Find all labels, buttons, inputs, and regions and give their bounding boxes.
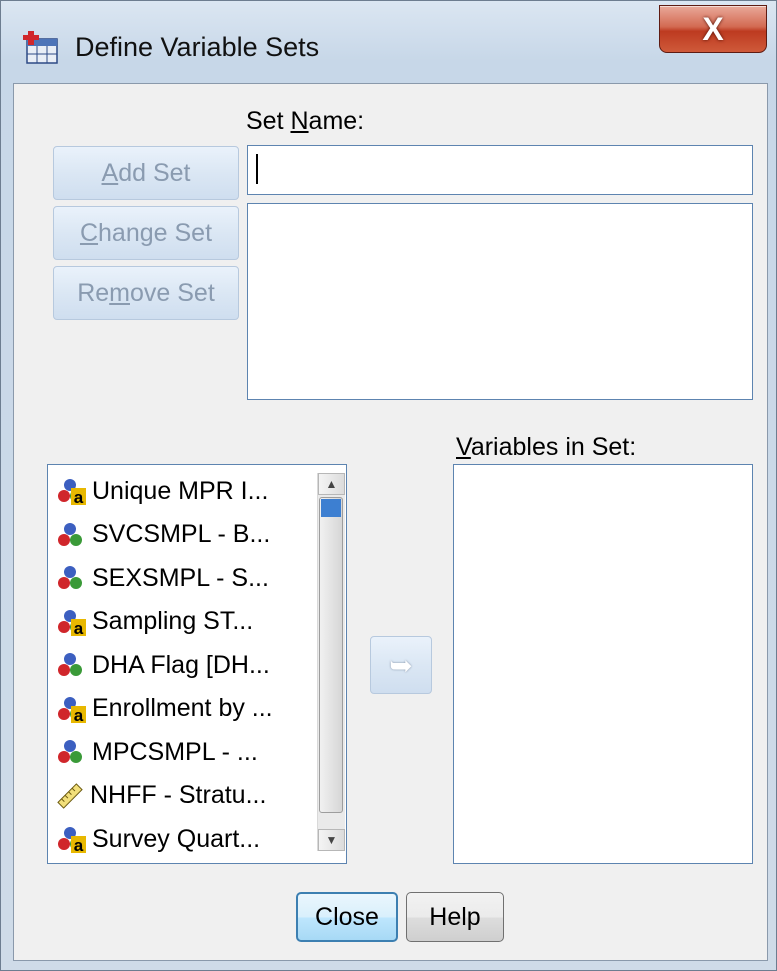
variable-label: NHFF - Stratu... (90, 781, 267, 809)
remove-set-label: Remove Set (77, 279, 215, 308)
variables-in-set-label: Variables in Set: (456, 433, 636, 462)
remove-set-rest: ove Set (130, 278, 215, 307)
scroll-selection-marker (321, 499, 341, 517)
scale-ruler-icon (56, 782, 90, 810)
svg-text:a: a (74, 488, 84, 505)
nominal-icon (56, 651, 92, 679)
move-to-set-button[interactable]: ➥ (370, 636, 432, 694)
variable-label: Enrollment by ... (92, 694, 273, 722)
nominal-string-icon: a (56, 608, 92, 636)
variable-label: DHA Flag [DH... (92, 650, 270, 679)
variable-label: Unique MPR I... (92, 476, 269, 505)
add-set-label: Add Set (102, 159, 191, 188)
remove-set-pre: Re (77, 278, 110, 307)
text-caret (256, 154, 258, 184)
svg-text:a: a (74, 836, 84, 853)
nominal-icon (56, 738, 92, 766)
variables-scrollbar[interactable]: ▲ ▼ (317, 473, 345, 851)
variable-label: MPCSMPL - ... (92, 737, 258, 766)
list-item[interactable]: a Unique MPR I... (56, 469, 268, 513)
svg-text:a: a (74, 619, 84, 636)
list-item[interactable]: DHA Flag [DH... (56, 643, 270, 687)
variable-label: Sampling ST... (92, 607, 254, 635)
set-name-label: Set Name: (246, 107, 364, 136)
change-set-label: Change Set (80, 219, 212, 248)
nominal-icon (56, 564, 92, 592)
list-item[interactable]: SVCSMPL - B... (56, 513, 270, 557)
variable-label: SEXSMPL - S... (92, 563, 269, 592)
nominal-icon (56, 521, 92, 549)
remove-set-accel: m (109, 278, 130, 307)
spss-dialog-icon (23, 31, 58, 64)
help-button-label: Help (429, 902, 481, 931)
svg-text:a: a (74, 706, 84, 723)
set-name-label-rest: ame: (308, 107, 365, 135)
list-item[interactable]: SEXSMPL - S... (56, 556, 269, 600)
change-set-accel: C (79, 218, 99, 247)
list-item[interactable]: a Survey Quart... (56, 817, 260, 861)
list-item[interactable]: MPCSMPL - ... (56, 730, 258, 774)
add-set-accel: A (101, 158, 119, 187)
change-set-rest: hange Set (98, 218, 213, 247)
close-button[interactable]: Close (296, 892, 398, 942)
dialog-window: Define Variable Sets X Set Name: Add Set… (0, 0, 777, 971)
close-window-button[interactable]: X (659, 5, 767, 53)
variable-label: SVCSMPL - B... (92, 520, 271, 548)
change-set-button[interactable]: Change Set (53, 206, 239, 260)
add-set-button[interactable]: Add Set (53, 146, 239, 200)
nominal-string-icon: a (56, 825, 92, 853)
arrow-right-icon: ➥ (389, 649, 413, 681)
variable-label: Survey Quart... (92, 824, 261, 853)
list-item[interactable]: NHFF - Stratu... (56, 774, 266, 818)
set-name-label-prefix: Set (246, 107, 291, 135)
scroll-down-arrow-icon[interactable]: ▼ (318, 829, 345, 851)
title-bar[interactable]: Define Variable Sets X (1, 1, 777, 83)
window-title: Define Variable Sets (75, 32, 320, 62)
scroll-thumb[interactable] (319, 497, 343, 813)
set-name-label-accel: N (290, 107, 309, 135)
close-button-label: Close (315, 902, 379, 931)
variables-in-set-accel: V (456, 433, 471, 461)
nominal-string-icon: a (56, 477, 92, 505)
variables-in-set-list[interactable] (453, 464, 753, 864)
defined-sets-list[interactable] (247, 203, 753, 400)
list-item[interactable]: a Sampling ST... (56, 600, 253, 644)
source-variables-list[interactable]: a Unique MPR I... SVCSMPL - B... SEXSMPL - … (47, 464, 347, 864)
scroll-up-arrow-icon[interactable]: ▲ (318, 473, 345, 495)
remove-set-button[interactable]: Remove Set (53, 266, 239, 320)
variables-in-set-rest: ariables in Set: (470, 433, 637, 461)
help-button[interactable]: Help (406, 892, 504, 942)
list-item[interactable]: a Enrollment by ... (56, 687, 273, 731)
add-set-rest: dd Set (118, 158, 191, 187)
close-icon: X (702, 10, 724, 47)
set-name-input[interactable] (247, 145, 753, 195)
nominal-string-icon: a (56, 695, 92, 723)
